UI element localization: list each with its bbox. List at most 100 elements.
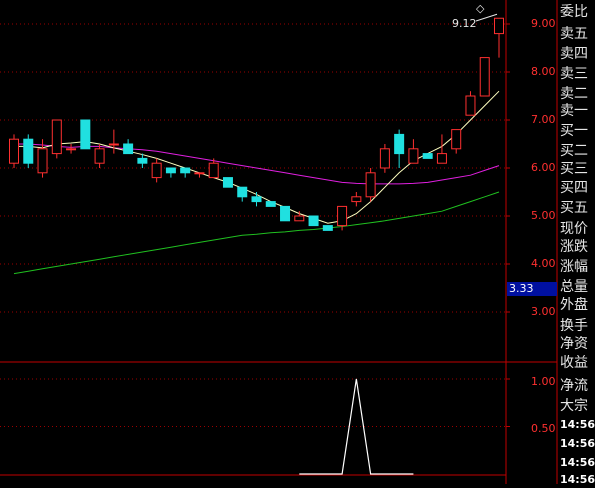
side-item-outer[interactable]: 外盘 — [560, 297, 595, 313]
side-item-buy5[interactable]: 买五 — [560, 200, 595, 216]
candle[interactable] — [308, 215, 319, 227]
side-item-earnings[interactable]: 收益 — [560, 355, 595, 371]
side-item-price[interactable]: 现价 — [560, 221, 595, 237]
candle[interactable] — [408, 139, 419, 164]
candle[interactable] — [465, 91, 476, 116]
side-item-net-flow[interactable]: 净流 — [560, 378, 595, 394]
side-item-sell2[interactable]: 卖二 — [560, 86, 595, 102]
candle-body — [322, 225, 333, 231]
candle[interactable] — [494, 17, 504, 58]
candle[interactable] — [23, 134, 34, 168]
peak-arrow — [475, 13, 498, 22]
candle[interactable] — [251, 192, 262, 207]
candle[interactable] — [151, 158, 162, 183]
kline-chart[interactable] — [0, 0, 595, 484]
side-item-sell5[interactable]: 卖五 — [560, 26, 595, 42]
price-tick-label: 4.00 — [531, 257, 556, 270]
candle-body — [208, 162, 219, 179]
candle-body — [237, 186, 248, 198]
candle-body — [337, 205, 348, 227]
side-item-net-assets[interactable]: 净资 — [560, 336, 595, 352]
candle[interactable] — [394, 129, 405, 168]
candle-body — [180, 167, 191, 174]
candle-body — [351, 196, 362, 203]
candle-body — [280, 205, 291, 222]
candle[interactable] — [66, 144, 77, 154]
candle[interactable] — [479, 57, 490, 97]
ma-mid-line — [14, 143, 500, 185]
side-item-change[interactable]: 涨跌 — [560, 239, 595, 255]
candle-body — [108, 143, 119, 146]
side-item-buy3[interactable]: 买三 — [560, 161, 595, 177]
candle-body — [394, 133, 405, 155]
candle[interactable] — [108, 129, 119, 154]
candle[interactable] — [351, 192, 362, 207]
trade-time: 14:56 — [560, 418, 595, 431]
candle-body — [9, 138, 19, 164]
candle-body — [408, 148, 419, 164]
candle-body — [151, 162, 162, 179]
candle-body — [222, 177, 233, 188]
candle-body — [465, 95, 476, 116]
side-item-volume[interactable]: 总量 — [560, 279, 595, 295]
candle-body — [37, 148, 48, 174]
side-item-change-pct[interactable]: 涨幅 — [560, 259, 595, 275]
candle[interactable] — [451, 129, 462, 154]
indicator-tick-label: 0.50 — [531, 422, 556, 435]
candle[interactable] — [280, 205, 291, 222]
diamond-icon: ◇ — [476, 2, 485, 15]
candle[interactable] — [9, 134, 19, 168]
grid-lines — [0, 0, 558, 484]
candle[interactable] — [94, 144, 105, 168]
candle-body — [251, 196, 262, 203]
candle[interactable] — [379, 144, 390, 173]
candle-body — [365, 172, 376, 198]
candle-body — [123, 143, 134, 155]
candle-body — [51, 119, 62, 155]
candle[interactable] — [365, 168, 376, 202]
candle[interactable] — [165, 167, 176, 178]
trade-time: 14:56 — [560, 437, 595, 450]
peak-price-label: 9.12 — [452, 17, 477, 30]
price-tick-label: 5.00 — [531, 209, 556, 222]
side-item-buy4[interactable]: 买四 — [560, 180, 595, 196]
side-item-buy2[interactable]: 买二 — [560, 143, 595, 159]
side-item-turnover[interactable]: 换手 — [560, 318, 595, 334]
candle-body — [194, 172, 205, 175]
side-item-weibi[interactable]: 委比 — [560, 4, 595, 20]
candle[interactable] — [123, 139, 134, 155]
candle-body — [379, 148, 390, 169]
side-item-sell1[interactable]: 卖一 — [560, 103, 595, 119]
trade-time: 14:56 — [560, 473, 595, 486]
side-item-sell3[interactable]: 卖三 — [560, 66, 595, 82]
candlesticks[interactable] — [9, 17, 504, 231]
current-price-tag: 3.33 — [507, 282, 557, 296]
price-tick-label: 3.00 — [531, 305, 556, 318]
side-item-block-trade[interactable]: 大宗 — [560, 398, 595, 414]
candle-body — [66, 148, 77, 151]
candle-body — [94, 148, 105, 164]
candle-body — [294, 215, 305, 222]
candle-body — [436, 153, 447, 164]
candle[interactable] — [194, 172, 205, 178]
side-item-buy1[interactable]: 买一 — [560, 123, 595, 139]
price-tick-label: 7.00 — [531, 113, 556, 126]
candle-body — [451, 129, 462, 150]
candle-body — [137, 157, 148, 164]
candle-body — [265, 201, 276, 207]
candle[interactable] — [265, 201, 276, 207]
chart-window[interactable]: 9.00 8.00 7.00 6.00 5.00 4.00 3.00 3.33 … — [0, 0, 595, 486]
candle[interactable] — [237, 186, 248, 202]
candle[interactable] — [422, 153, 433, 159]
side-item-sell4[interactable]: 卖四 — [560, 46, 595, 62]
candle-body — [494, 17, 504, 35]
candle[interactable] — [180, 167, 191, 178]
price-tick-label: 8.00 — [531, 65, 556, 78]
candle[interactable] — [80, 119, 91, 150]
price-tick-label: 9.00 — [531, 17, 556, 30]
candle[interactable] — [222, 177, 233, 188]
candle-body — [80, 119, 91, 150]
candle[interactable] — [322, 225, 333, 231]
candle[interactable] — [51, 119, 62, 159]
candle[interactable] — [436, 134, 447, 164]
